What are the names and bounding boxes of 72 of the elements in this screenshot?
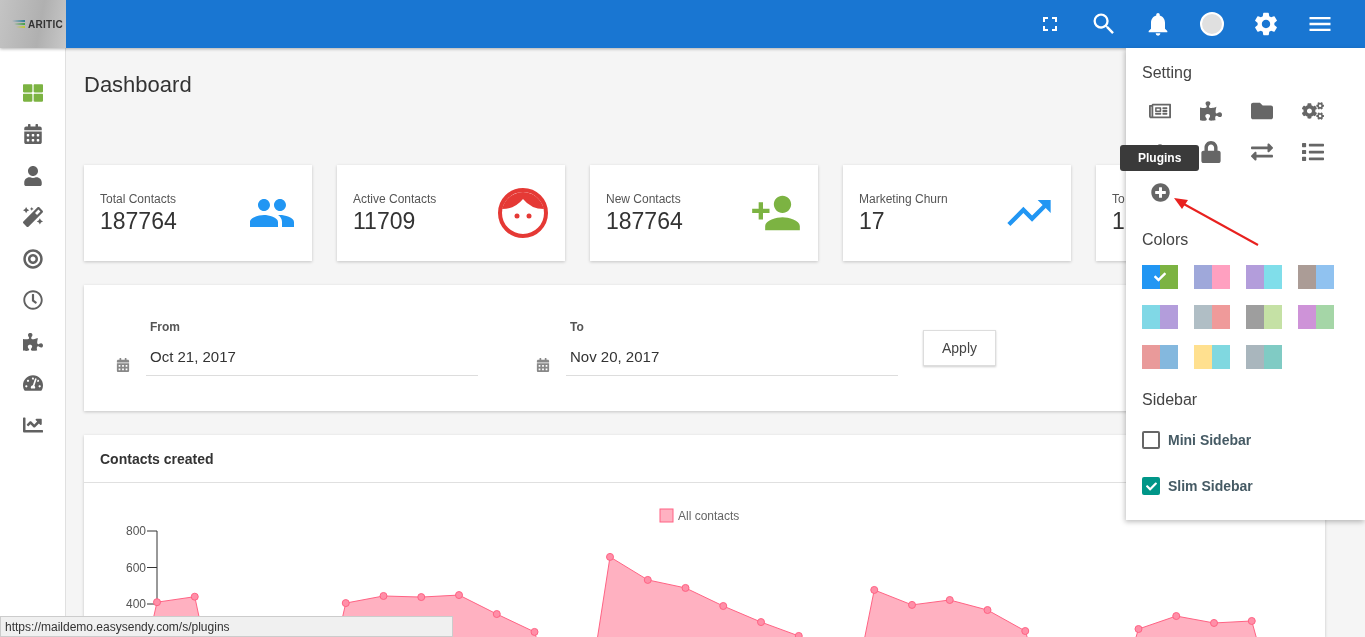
legend-swatch [659, 508, 674, 523]
data-point [983, 606, 992, 614]
color-swatch[interactable] [1298, 305, 1334, 329]
chart-title: Contacts created [100, 450, 214, 467]
color-swatch[interactable] [1246, 345, 1282, 369]
check-icon [1145, 480, 1157, 492]
data-point [1134, 625, 1143, 633]
data-point [417, 593, 426, 602]
page-title: Dashboard [84, 71, 192, 99]
color-swatch[interactable] [1142, 265, 1178, 289]
stat-label: Total Contacts [100, 191, 177, 206]
data-point [757, 618, 765, 627]
data-point [643, 575, 652, 584]
checkbox-label: Mini Sidebar [1168, 432, 1252, 448]
stat-value: 11709 [353, 207, 416, 235]
data-point [153, 598, 161, 607]
data-point [530, 627, 539, 636]
panel-heading: Colors [1142, 231, 1190, 249]
data-point [1247, 616, 1256, 625]
logo-text: ARITIC [28, 18, 64, 30]
y-tick-label: 400 [125, 597, 146, 611]
data-point [492, 610, 501, 619]
color-swatch[interactable] [1142, 345, 1178, 369]
color-swatch[interactable] [1246, 265, 1282, 289]
panel-heading: Setting [1142, 64, 1193, 82]
stat-label: To [1112, 191, 1125, 206]
stat-value: 17 [859, 207, 885, 235]
to-date-field[interactable]: Nov 20, 2017 [566, 334, 898, 376]
logo[interactable]: ARITIC [0, 0, 66, 48]
data-point [1172, 612, 1181, 621]
stat-value: 187764 [100, 207, 177, 235]
y-tick-label: 800 [125, 524, 146, 538]
data-point [341, 599, 350, 608]
checkbox-label: Slim Sidebar [1168, 478, 1253, 494]
panel-heading: Sidebar [1142, 391, 1199, 409]
tooltip: Plugins [1120, 145, 1200, 171]
data-point [1210, 619, 1218, 627]
color-swatch[interactable] [1194, 265, 1230, 289]
color-swatch[interactable] [1142, 305, 1178, 329]
data-point [870, 585, 879, 594]
checkbox[interactable] [1142, 431, 1160, 449]
data-point [719, 602, 728, 610]
apply-button[interactable]: Apply [923, 330, 997, 366]
data-point [908, 600, 916, 609]
calendar-icon [536, 358, 550, 372]
data-point [1021, 627, 1030, 635]
stat-label: Marketing Churn [859, 191, 948, 206]
color-swatch[interactable] [1194, 305, 1230, 329]
color-swatch[interactable] [1298, 265, 1334, 289]
data-point [681, 583, 690, 592]
checkbox[interactable] [1142, 477, 1160, 495]
status-bar-url: https://maildemo.easysendy.com/s/plugins [0, 616, 453, 637]
from-label: From [149, 320, 181, 334]
stat-value: 1 [1112, 207, 1125, 235]
face-icon [497, 187, 549, 239]
stat-label: New Contacts [606, 191, 681, 206]
data-point [455, 591, 463, 600]
data-point [190, 592, 199, 601]
calendar-icon [116, 358, 130, 372]
legend-label: All contacts [678, 509, 740, 523]
data-point [945, 596, 954, 604]
data-point [794, 631, 803, 637]
from-date-field[interactable]: Oct 21, 2017 [146, 334, 478, 376]
color-swatch[interactable] [1194, 345, 1230, 369]
check-icon [1154, 271, 1166, 283]
data-point [606, 552, 614, 561]
stat-value: 187764 [606, 207, 683, 235]
to-label: To [569, 320, 585, 334]
stat-label: Active Contacts [353, 191, 437, 206]
y-tick-label: 600 [125, 560, 146, 575]
data-point [379, 591, 388, 600]
color-swatch[interactable] [1246, 305, 1282, 329]
